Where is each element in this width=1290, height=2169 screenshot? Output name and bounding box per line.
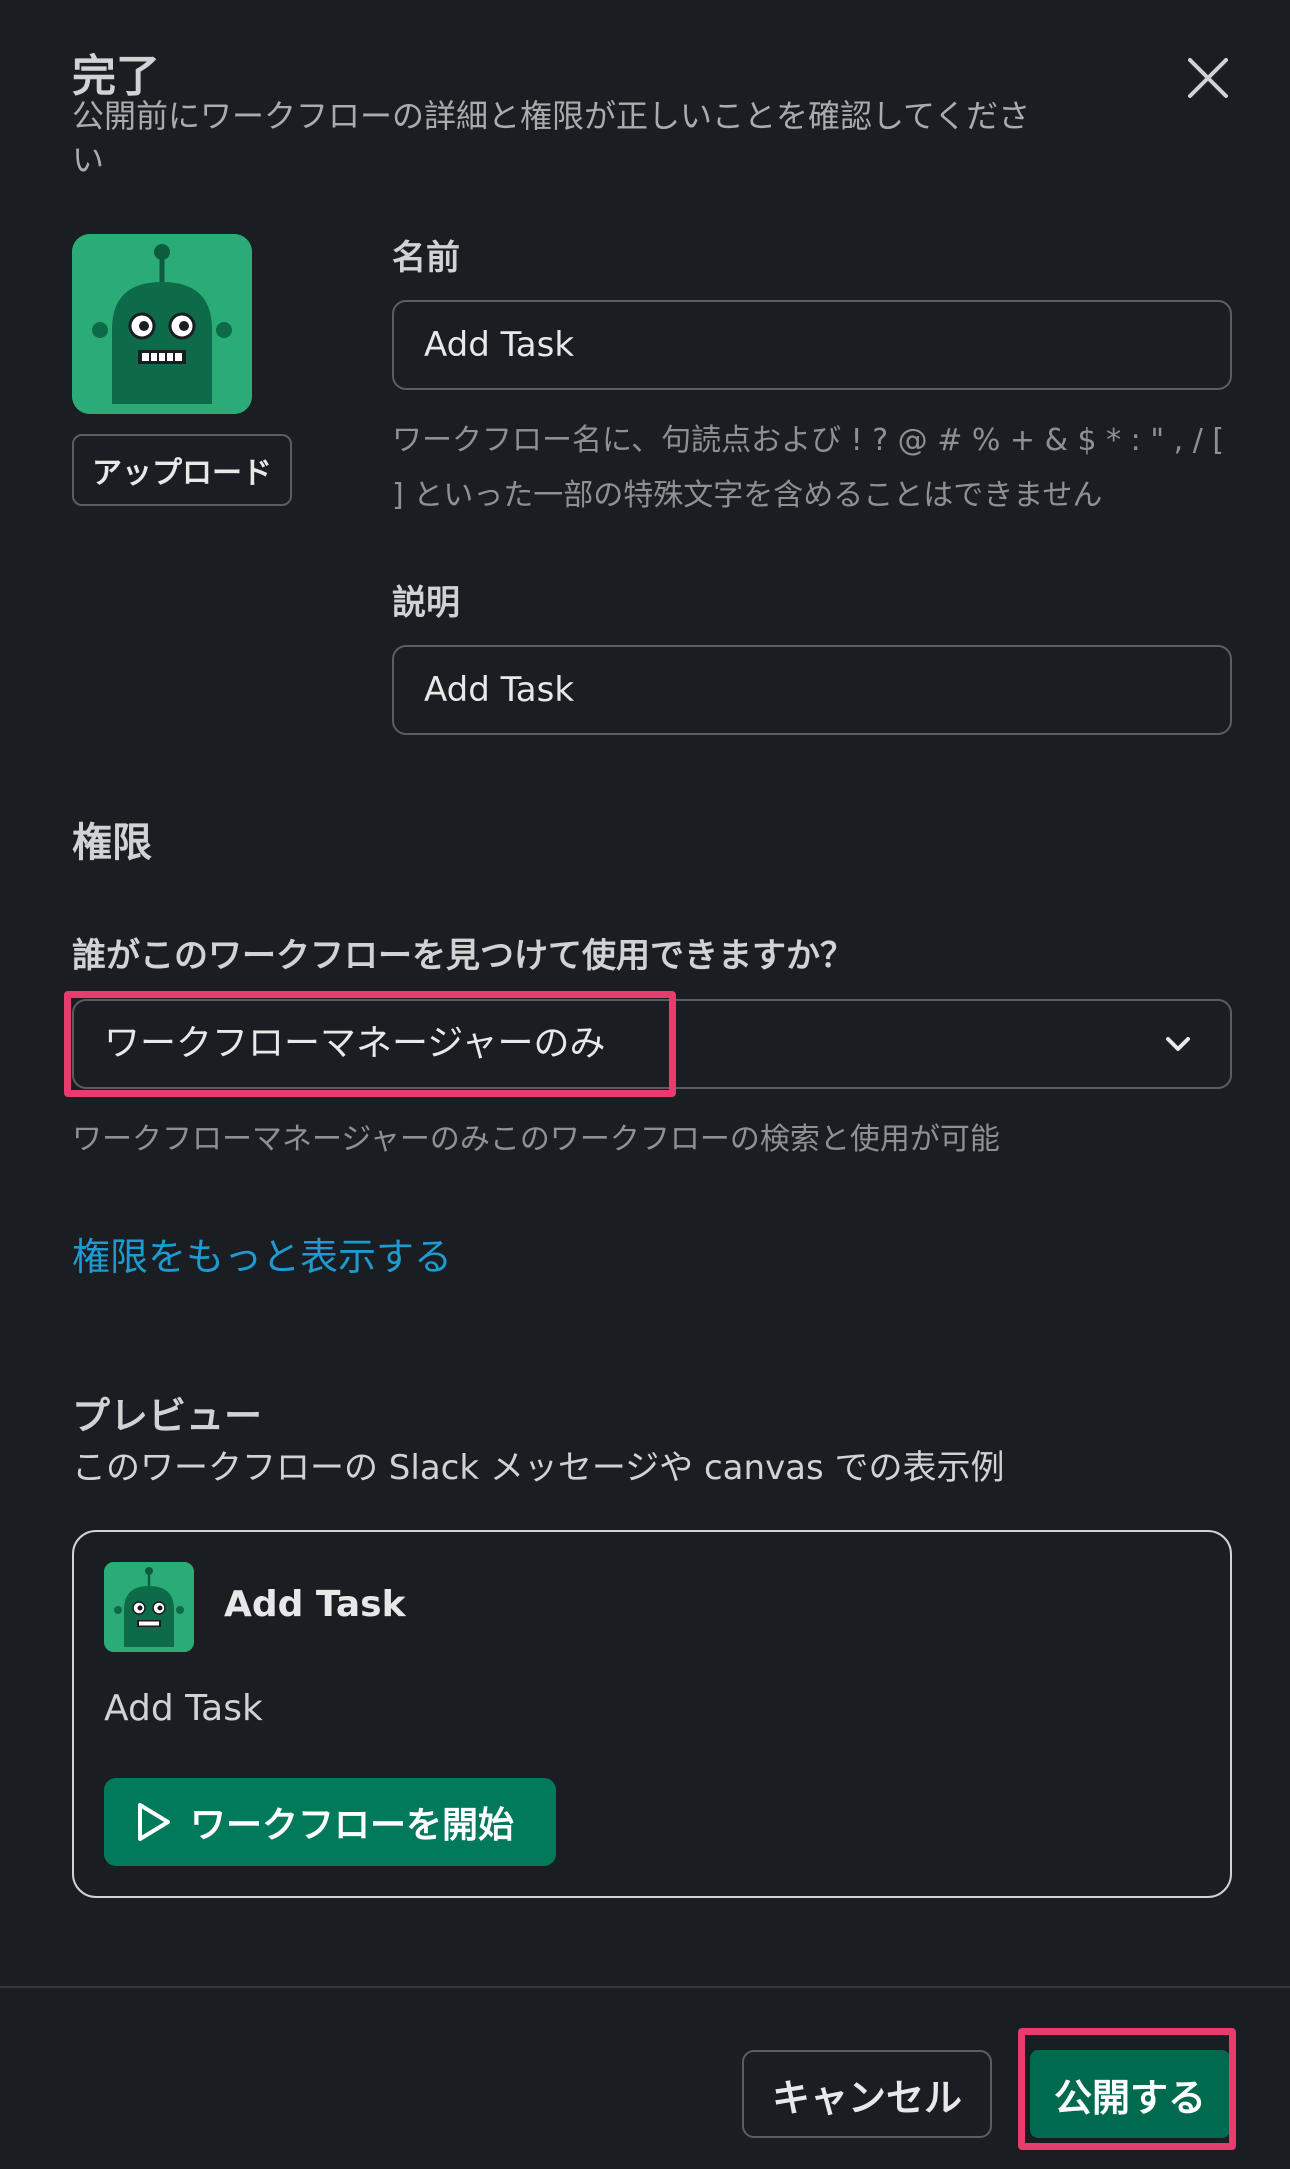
close-button[interactable]	[1180, 50, 1236, 106]
preview-card-title: Add Task	[224, 1584, 406, 1625]
permissions-section-title: 権限	[72, 820, 152, 866]
publish-highlight-box	[1018, 2028, 1236, 2150]
selection-highlight-box	[64, 991, 676, 1097]
start-workflow-label: ワークフローを開始	[190, 1805, 515, 1846]
name-label: 名前	[392, 238, 460, 278]
description-input[interactable]: Add Task	[392, 645, 1232, 735]
description-label: 説明	[392, 583, 460, 623]
start-workflow-button[interactable]: ワークフローを開始	[104, 1778, 556, 1866]
close-icon	[1188, 58, 1228, 98]
name-input[interactable]: Add Task	[392, 300, 1232, 390]
robot-app-icon	[72, 234, 252, 414]
name-hint-line-2: ] といった一部の特殊文字を含めることはできません	[392, 478, 1103, 513]
robot-app-icon	[104, 1562, 194, 1652]
preview-subtitle: このワークフローの Slack メッセージや canvas での表示例	[72, 1448, 1005, 1488]
preview-section-title: プレビュー	[72, 1394, 263, 1438]
footer-divider	[0, 1986, 1290, 1988]
play-icon	[138, 1803, 170, 1841]
show-more-permissions-link[interactable]: 権限をもっと表示する	[72, 1226, 452, 1281]
chevron-down-icon[interactable]	[1160, 1028, 1196, 1060]
preview-card-body: Add Task	[104, 1688, 263, 1729]
page-subtitle: 公開前にワークフローの詳細と権限が正しいことを確認してください	[72, 97, 1031, 179]
permissions-help-text: ワークフローマネージャーのみこのワークフローの検索と使用が可能	[72, 1122, 1000, 1157]
name-hint-line-1: ワークフロー名に、句読点および ! ? @ # % + & $ * : " , …	[392, 423, 1225, 458]
upload-button[interactable]: アップロード	[72, 434, 292, 506]
permissions-question: 誰がこのワークフローを見つけて使用できますか？	[72, 936, 854, 976]
cancel-button[interactable]: キャンセル	[742, 2050, 992, 2138]
